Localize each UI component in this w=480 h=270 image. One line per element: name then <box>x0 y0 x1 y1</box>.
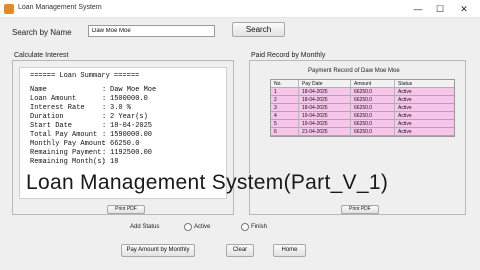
table-cell: 66250.0 <box>351 88 395 95</box>
status-active-radio[interactable] <box>184 223 192 231</box>
close-button[interactable]: ✕ <box>454 2 474 16</box>
pay-amount-monthly-button[interactable]: Pay Amount by Monthly <box>121 244 195 257</box>
table-cell: 3 <box>271 104 299 111</box>
table-header: No. Pay Date Amount Status <box>271 80 454 88</box>
summary-label: Start Date <box>30 122 73 130</box>
summary-value: 18 <box>110 158 119 166</box>
video-overlay-title: Loan Management System(Part_V_1) <box>26 171 389 194</box>
table-cell: Active <box>398 89 412 95</box>
table-cell: 2 <box>271 96 299 103</box>
table-cell: 1 <box>271 88 299 95</box>
table-row[interactable]: 2 18-04-2025 66250.0 Active <box>271 96 454 104</box>
table-cell: 19-04-2025 <box>299 112 351 119</box>
print-pdf-payments-button[interactable]: Print PDF <box>341 205 379 214</box>
table-row[interactable]: 6 21-04-2025 66250.0 Active <box>271 128 454 136</box>
table-cell: 19-04-2025 <box>299 120 351 127</box>
table-cell: 66250.0 <box>351 120 395 127</box>
payment-table: No. Pay Date Amount Status 1 18-04-2025 … <box>270 79 455 137</box>
table-cell: 66250.0 <box>351 128 395 135</box>
status-active-label[interactable]: Active <box>194 224 210 230</box>
summary-separator: : <box>102 158 107 166</box>
table-cell: 66250.0 <box>351 104 395 111</box>
minimize-button[interactable]: — <box>408 2 428 16</box>
table-cell: 66250.0 <box>351 96 395 103</box>
table-cell: Active <box>398 113 412 119</box>
search-input[interactable] <box>88 25 215 37</box>
table-cell: 5 <box>271 120 299 127</box>
summary-separator: : <box>102 86 107 94</box>
summary-separator: : <box>102 149 107 157</box>
table-cell: 66250.0 <box>351 112 395 119</box>
summary-header: ====== Loan Summary ====== <box>30 72 140 80</box>
summary-value: 1500000.0 <box>110 95 148 103</box>
table-row[interactable]: 4 19-04-2025 66250.0 Active <box>271 112 454 120</box>
summary-separator: : <box>102 122 107 130</box>
clear-button[interactable]: Clear <box>226 244 254 257</box>
home-button[interactable]: Home <box>273 244 306 257</box>
summary-label: Name <box>30 86 47 94</box>
table-cell: 18-04-2025 <box>299 96 351 103</box>
column-header-no[interactable]: No. <box>271 80 299 87</box>
summary-value: 18-04-2025 <box>110 122 153 130</box>
table-cell: Active <box>398 121 412 127</box>
summary-separator: : <box>102 131 107 139</box>
payment-record-caption: Payment Record of Daw Moe Moe <box>308 68 400 74</box>
status-finish-label[interactable]: Finish <box>251 224 267 230</box>
table-cell: Active <box>398 129 412 135</box>
table-cell: 21-04-2025 <box>299 128 351 135</box>
summary-label: Loan Amount <box>30 95 77 103</box>
table-row[interactable]: 5 19-04-2025 66250.0 Active <box>271 120 454 128</box>
calculate-interest-title: Calculate Interest <box>14 52 69 59</box>
table-cell: Active <box>398 97 412 103</box>
column-header-pay-date[interactable]: Pay Date <box>299 80 351 87</box>
main-form: Search by Name Search Calculate Interest… <box>0 18 480 270</box>
summary-label: Monthly Pay Amount <box>30 140 106 148</box>
table-row[interactable]: 1 18-04-2025 66250.0 Active <box>271 88 454 96</box>
table-cell: 4 <box>271 112 299 119</box>
summary-value: 2 Year(s) <box>110 113 148 121</box>
column-header-status[interactable]: Status <box>395 80 454 87</box>
title-bar: Loan Management System — ☐ ✕ <box>0 0 480 18</box>
summary-separator: : <box>102 104 107 112</box>
search-label: Search by Name <box>12 28 72 37</box>
app-window: Loan Management System — ☐ ✕ Search by N… <box>0 0 480 270</box>
table-cell: 6 <box>271 128 299 135</box>
summary-label: Total Pay Amount <box>30 131 98 139</box>
app-icon <box>4 4 14 14</box>
add-status-label: Add Status <box>130 224 160 230</box>
column-header-amount[interactable]: Amount <box>351 80 395 87</box>
maximize-button[interactable]: ☐ <box>430 2 450 16</box>
status-finish-radio[interactable] <box>241 223 249 231</box>
summary-value: 1192500.00 <box>110 149 153 157</box>
summary-value: 3.0 % <box>110 104 132 112</box>
search-button[interactable]: Search <box>232 22 285 37</box>
table-cell: 18-04-2025 <box>299 104 351 111</box>
table-cell: Active <box>398 105 412 111</box>
window-title: Loan Management System <box>18 4 102 11</box>
summary-label: Remaining Month(s) <box>30 158 106 166</box>
summary-label: Interest Rate <box>30 104 85 112</box>
summary-value: 66250.0 <box>110 140 140 148</box>
summary-separator: : <box>102 95 107 103</box>
summary-label: Duration <box>30 113 64 121</box>
table-cell: 18-04-2025 <box>299 88 351 95</box>
paid-record-title: Paid Record by Monthly <box>251 52 326 59</box>
table-row[interactable]: 3 18-04-2025 66250.0 Active <box>271 104 454 112</box>
summary-value: 1590000.00 <box>110 131 153 139</box>
summary-separator: : <box>102 113 107 121</box>
summary-separator: : <box>102 140 107 148</box>
summary-value: Daw Moe Moe <box>110 86 157 94</box>
summary-label: Remaining Payment <box>30 149 102 157</box>
print-pdf-summary-button[interactable]: Print PDF <box>107 205 145 214</box>
